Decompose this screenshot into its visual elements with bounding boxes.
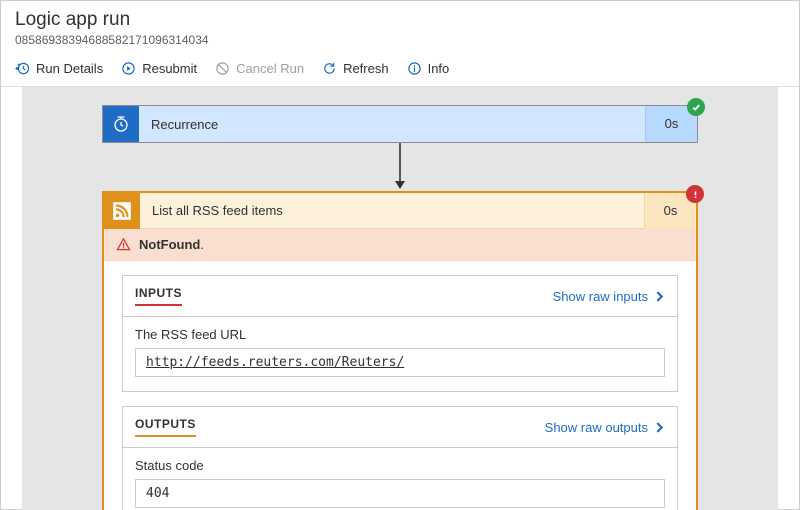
rss-label: List all RSS feed items xyxy=(140,203,644,218)
success-badge xyxy=(687,98,705,116)
connector-arrow xyxy=(102,143,698,191)
step-rss[interactable]: List all RSS feed items 0s NotFound. INP… xyxy=(102,191,698,510)
history-icon xyxy=(15,61,30,76)
clock-icon xyxy=(103,106,139,142)
page-header: Logic app run 08586938394688582171096314… xyxy=(1,1,799,53)
step-recurrence[interactable]: Recurrence 0s xyxy=(102,105,698,143)
toolbar: Run Details Resubmit Cancel Run Refresh … xyxy=(1,53,799,87)
page-title: Logic app run xyxy=(15,9,785,31)
designer-canvas: Recurrence 0s List all RSS feed items 0s… xyxy=(22,87,778,510)
inputs-section: INPUTS Show raw inputs The RSS feed URL … xyxy=(122,275,678,392)
refresh-icon xyxy=(322,61,337,76)
cancel-run-label: Cancel Run xyxy=(236,61,304,76)
cancel-run-button: Cancel Run xyxy=(215,61,304,76)
run-details-button[interactable]: Run Details xyxy=(15,61,103,76)
recurrence-label: Recurrence xyxy=(139,117,645,132)
outputs-section: OUTPUTS Show raw outputs Status code 404 xyxy=(122,406,678,510)
info-label: Info xyxy=(428,61,450,76)
chevron-right-icon xyxy=(654,422,665,433)
refresh-button[interactable]: Refresh xyxy=(322,61,389,76)
warning-icon xyxy=(116,237,131,252)
info-button[interactable]: Info xyxy=(407,61,450,76)
outputs-title: OUTPUTS xyxy=(135,417,196,437)
inputs-field-value: http://feeds.reuters.com/Reuters/ xyxy=(135,348,665,377)
outputs-field-label: Status code xyxy=(135,458,665,473)
chevron-right-icon xyxy=(654,291,665,302)
outputs-field-value: 404 xyxy=(135,479,665,508)
inputs-title: INPUTS xyxy=(135,286,182,306)
show-raw-inputs-link[interactable]: Show raw inputs xyxy=(553,289,665,304)
run-details-label: Run Details xyxy=(36,61,103,76)
resubmit-label: Resubmit xyxy=(142,61,197,76)
error-badge xyxy=(686,185,704,203)
resubmit-icon xyxy=(121,61,136,76)
rss-icon xyxy=(104,193,140,229)
inputs-field-label: The RSS feed URL xyxy=(135,327,665,342)
resubmit-button[interactable]: Resubmit xyxy=(121,61,197,76)
run-id: 08586938394688582171096314034 xyxy=(15,33,785,47)
error-text: NotFound. xyxy=(139,237,204,252)
show-raw-outputs-link[interactable]: Show raw outputs xyxy=(545,420,665,435)
info-icon xyxy=(407,61,422,76)
error-message-row: NotFound. xyxy=(104,229,696,261)
cancel-icon xyxy=(215,61,230,76)
refresh-label: Refresh xyxy=(343,61,389,76)
